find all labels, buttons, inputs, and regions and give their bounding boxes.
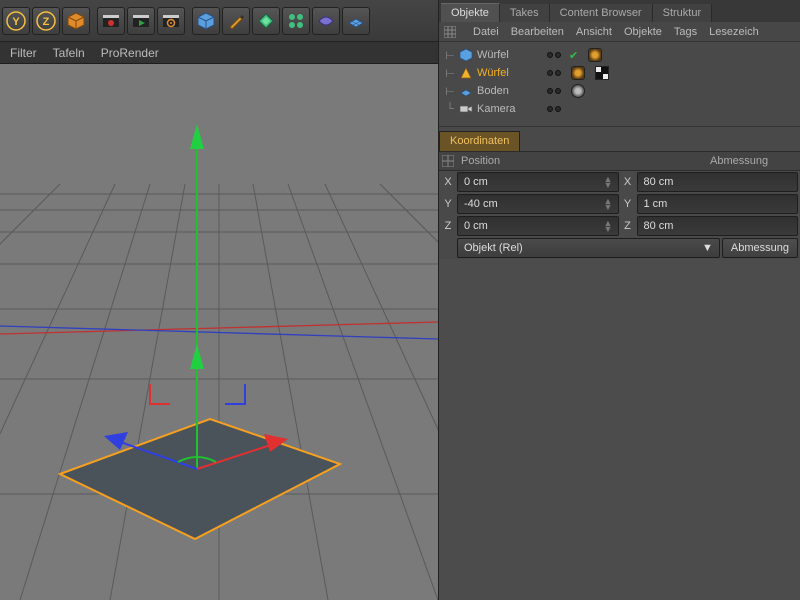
floor-icon bbox=[459, 84, 473, 98]
dimension-button[interactable]: Abmessung bbox=[722, 238, 798, 258]
tab-struktur[interactable]: Struktur bbox=[653, 4, 713, 22]
tree-row[interactable]: ⊢ Boden bbox=[445, 82, 798, 100]
object-name[interactable]: Würfel bbox=[477, 67, 537, 79]
primitive-cube-button[interactable] bbox=[192, 7, 220, 35]
object-name[interactable]: Würfel bbox=[477, 49, 537, 61]
move-gizmo[interactable] bbox=[104, 124, 288, 469]
dim-x-field[interactable]: 80 cm bbox=[637, 172, 799, 192]
coord-row-y: Y -40 cm▲▼ Y 1 cm bbox=[439, 193, 800, 215]
viewport-canvas[interactable] bbox=[0, 64, 438, 600]
spinner-icon[interactable]: ▲▼ bbox=[604, 176, 612, 188]
object-name[interactable]: Boden bbox=[477, 85, 537, 97]
right-panel: Objekte Takes Content Browser Struktur D… bbox=[438, 0, 800, 600]
coord-header: Position Abmessung bbox=[439, 151, 800, 171]
pos-z-field[interactable]: 0 cm▲▼ bbox=[457, 216, 619, 236]
coord-mode-row: Objekt (Rel)▼ Abmessung bbox=[439, 237, 800, 259]
tree-branch-icon: ⊢ bbox=[445, 85, 455, 98]
visibility-dots[interactable] bbox=[547, 88, 561, 94]
tab-objekte[interactable]: Objekte bbox=[441, 3, 500, 22]
pos-x-field[interactable]: 0 cm▲▼ bbox=[457, 172, 619, 192]
grid-icon bbox=[443, 25, 457, 39]
menu-prorender[interactable]: ProRender bbox=[101, 46, 159, 60]
visibility-dots[interactable] bbox=[547, 52, 561, 58]
coord-row-z: Z 0 cm▲▼ Z 80 cm bbox=[439, 215, 800, 237]
tree-row[interactable]: └ Kamera bbox=[445, 100, 798, 118]
menu-tafeln[interactable]: Tafeln bbox=[53, 46, 85, 60]
checker-tag-icon[interactable] bbox=[595, 66, 609, 80]
axis-label-y: Y bbox=[441, 198, 455, 210]
axis-label-y: Y bbox=[621, 198, 635, 210]
generator-button[interactable] bbox=[252, 7, 280, 35]
tree-row[interactable]: ⊢ Würfel ✔ bbox=[445, 46, 798, 64]
3d-viewport[interactable] bbox=[0, 64, 438, 600]
tree-branch-icon: ⊢ bbox=[445, 49, 455, 62]
render-settings-button[interactable] bbox=[157, 7, 185, 35]
coord-row-x: X 0 cm▲▼ X 80 cm bbox=[439, 171, 800, 193]
empty-area bbox=[439, 259, 800, 600]
position-label: Position bbox=[457, 155, 710, 167]
object-tree: ⊢ Würfel ✔ ⊢ Würfel ⊢ Boden └ Kamera bbox=[439, 42, 800, 127]
axis-label-x: X bbox=[441, 176, 455, 188]
tab-koordinaten[interactable]: Koordinaten bbox=[439, 131, 520, 151]
camera-icon bbox=[459, 102, 473, 116]
selected-object[interactable] bbox=[60, 419, 340, 539]
manager-tabs: Objekte Takes Content Browser Struktur bbox=[439, 0, 800, 22]
menu-datei[interactable]: Datei bbox=[473, 26, 499, 38]
coordinates-tab-row: Koordinaten bbox=[439, 131, 800, 151]
object-name[interactable]: Kamera bbox=[477, 103, 537, 115]
disc-tag-icon[interactable] bbox=[571, 84, 585, 98]
chevron-down-icon: ▼ bbox=[702, 242, 713, 254]
enable-check-icon[interactable]: ✔ bbox=[569, 49, 578, 62]
menu-ansicht[interactable]: Ansicht bbox=[576, 26, 612, 38]
cube-orange-button[interactable] bbox=[62, 7, 90, 35]
menu-bearbeiten[interactable]: Bearbeiten bbox=[511, 26, 564, 38]
tree-branch-icon: ⊢ bbox=[445, 67, 455, 80]
record-button[interactable] bbox=[97, 7, 125, 35]
visibility-dots[interactable] bbox=[547, 106, 561, 112]
dimension-label: Abmessung bbox=[710, 155, 800, 167]
cone-icon bbox=[459, 66, 473, 80]
axis-z-button[interactable]: Z bbox=[32, 7, 60, 35]
material-tag-icon[interactable] bbox=[571, 66, 585, 80]
deformer-button[interactable] bbox=[312, 7, 340, 35]
svg-text:Y: Y bbox=[12, 16, 20, 28]
menu-tags[interactable]: Tags bbox=[674, 26, 697, 38]
tab-content-browser[interactable]: Content Browser bbox=[550, 4, 653, 22]
floor-button[interactable] bbox=[342, 7, 370, 35]
menu-objekte[interactable]: Objekte bbox=[624, 26, 662, 38]
dim-z-field[interactable]: 80 cm bbox=[637, 216, 799, 236]
pos-y-field[interactable]: -40 cm▲▼ bbox=[457, 194, 619, 214]
array-button[interactable] bbox=[282, 7, 310, 35]
tab-takes[interactable]: Takes bbox=[500, 4, 550, 22]
svg-text:Z: Z bbox=[43, 16, 50, 28]
material-tag-icon[interactable] bbox=[588, 48, 602, 62]
axis-label-x: X bbox=[621, 176, 635, 188]
axis-y-button[interactable]: Y bbox=[2, 7, 30, 35]
grid-icon bbox=[439, 155, 457, 167]
dim-y-field[interactable]: 1 cm bbox=[637, 194, 799, 214]
spline-pen-button[interactable] bbox=[222, 7, 250, 35]
axis-label-z: Z bbox=[621, 220, 635, 232]
play-button[interactable] bbox=[127, 7, 155, 35]
cube-icon bbox=[459, 48, 473, 62]
object-manager-menu: Datei Bearbeiten Ansicht Objekte Tags Le… bbox=[439, 22, 800, 42]
visibility-dots[interactable] bbox=[547, 70, 561, 76]
menu-lesezeichen[interactable]: Lesezeich bbox=[709, 26, 759, 38]
spinner-icon[interactable]: ▲▼ bbox=[604, 220, 612, 232]
tree-row[interactable]: ⊢ Würfel bbox=[445, 64, 798, 82]
coord-mode-dropdown[interactable]: Objekt (Rel)▼ bbox=[457, 238, 720, 258]
axis-label-z: Z bbox=[441, 220, 455, 232]
spinner-icon[interactable]: ▲▼ bbox=[604, 198, 612, 210]
menu-filter[interactable]: Filter bbox=[10, 46, 37, 60]
tree-end-icon: └ bbox=[445, 103, 455, 115]
